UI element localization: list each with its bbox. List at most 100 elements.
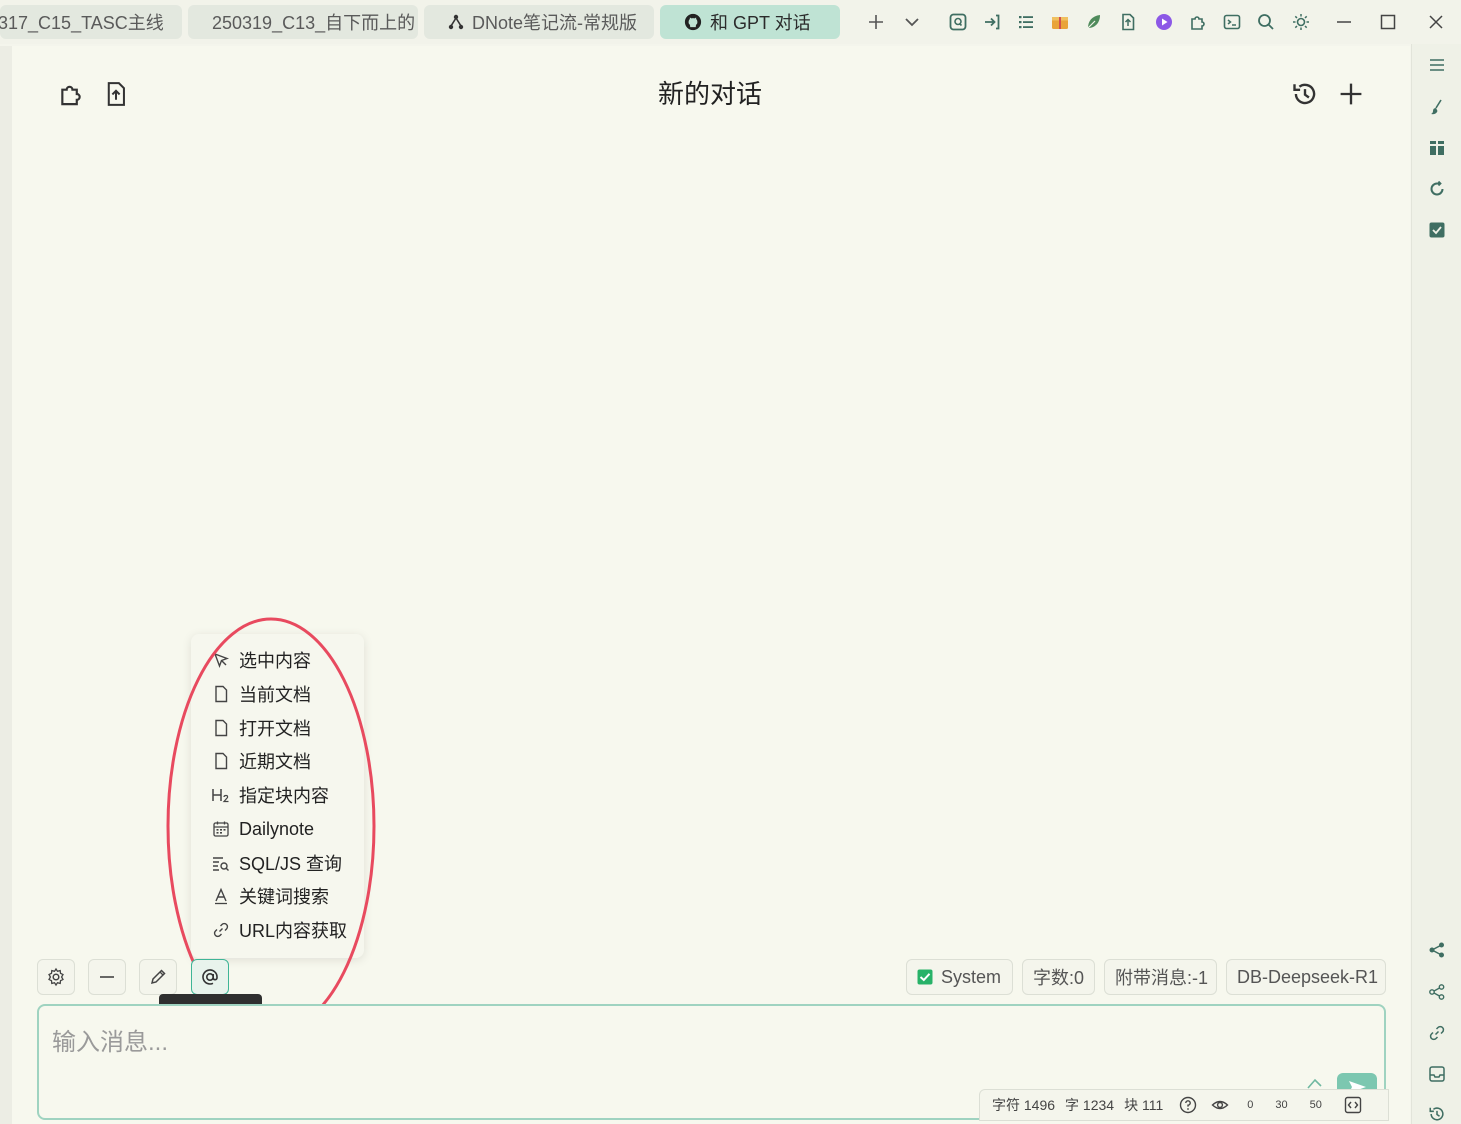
- tab-gpt-chat[interactable]: 和 GPT 对话: [660, 5, 840, 39]
- tab-label: 和 GPT 对话: [710, 13, 811, 33]
- plugin-button[interactable]: [56, 79, 86, 109]
- query-icon: [211, 853, 231, 873]
- ctx-item-label: 选中内容: [239, 651, 311, 671]
- gift-plugin-button[interactable]: [1046, 8, 1074, 36]
- status-value-30[interactable]: 30: [1275, 1099, 1287, 1111]
- file-export-icon: [1122, 13, 1135, 31]
- theme-button[interactable]: [1287, 8, 1315, 36]
- maximize-button[interactable]: [1374, 8, 1402, 36]
- inbox-dock-button[interactable]: [1426, 1063, 1448, 1085]
- edit-prompt-button[interactable]: [139, 959, 177, 995]
- heading-icon: [211, 785, 231, 805]
- outline-dock-button[interactable]: [1426, 54, 1448, 76]
- leaf-plugin-button[interactable]: [1080, 8, 1108, 36]
- tasks-dock-button[interactable]: [1426, 219, 1448, 241]
- tab-list-button[interactable]: [898, 8, 926, 36]
- ctx-item-open-docs[interactable]: 打开文档: [191, 712, 364, 744]
- attached-messages-button[interactable]: 附带消息:-1: [1104, 959, 1217, 995]
- settings-button[interactable]: [37, 959, 75, 995]
- model-select[interactable]: DB-Deepseek-R1: [1226, 959, 1386, 995]
- brush-icon: [1431, 99, 1442, 115]
- file-icon: [211, 684, 231, 704]
- inbox-icon: [1429, 1066, 1445, 1082]
- search-button[interactable]: [1252, 8, 1280, 36]
- ctx-item-url-fetch[interactable]: URL内容获取: [191, 914, 364, 946]
- ctx-item-selection[interactable]: 选中内容: [191, 644, 364, 676]
- global-graph-dock-button[interactable]: [1426, 981, 1448, 1003]
- plus-icon: [869, 15, 883, 29]
- outline-button[interactable]: [1012, 8, 1040, 36]
- minimize-icon: [1337, 21, 1351, 23]
- word-count-text: 字数:0: [1033, 968, 1085, 988]
- ctx-item-label: Dailynote: [239, 818, 315, 839]
- file-icon: [211, 718, 231, 738]
- help-icon[interactable]: [1179, 1096, 1197, 1114]
- use-context-menu: 选中内容 当前文档 打开文档 近期文档 指定块内容 Dailynote SQL/…: [191, 634, 364, 958]
- enter-icon: [985, 14, 1000, 30]
- media-plugin-button[interactable]: [1150, 8, 1178, 36]
- model-name: DB-Deepseek-R1: [1237, 966, 1379, 987]
- kanban-dock-button[interactable]: [1426, 137, 1448, 159]
- attached-messages-text: 附带消息:-1: [1115, 968, 1209, 988]
- kanban-icon: [1430, 141, 1444, 155]
- history-dock-button[interactable]: [1426, 1103, 1448, 1124]
- ctx-item-label: 关键词搜索: [239, 887, 329, 907]
- eye-icon[interactable]: [1211, 1096, 1229, 1114]
- sync-dock-button[interactable]: [1426, 178, 1448, 200]
- history-button[interactable]: [1290, 79, 1320, 109]
- status-value-0[interactable]: 0: [1247, 1099, 1253, 1111]
- login-button[interactable]: [978, 8, 1006, 36]
- code-icon[interactable]: [1344, 1096, 1362, 1114]
- play-circle-icon: [1156, 14, 1172, 30]
- ctx-item-recent-docs[interactable]: 近期文档: [191, 745, 364, 777]
- collapse-button[interactable]: [88, 959, 126, 995]
- leaf-icon: [1087, 15, 1100, 29]
- use-context-button[interactable]: [191, 959, 229, 995]
- tab-label: 317_C15_TASC主线: [0, 13, 164, 33]
- puzzle-icon: [61, 85, 81, 106]
- export-button[interactable]: [101, 79, 131, 109]
- word-count-badge: 字数:0: [1022, 959, 1095, 995]
- text-icon: [211, 886, 231, 906]
- ctx-item-label: 指定块内容: [239, 786, 329, 806]
- word-count: 字 1234: [1065, 1097, 1115, 1113]
- ctx-item-block-content[interactable]: 指定块内容: [191, 779, 364, 811]
- history-icon: [1429, 1107, 1444, 1121]
- graph-dock-button[interactable]: [1426, 939, 1448, 961]
- tab-bottom-up[interactable]: 250319_C13_自下而上的: [188, 5, 418, 39]
- close-icon: [1429, 15, 1443, 29]
- backlinks-dock-button[interactable]: [1426, 1022, 1448, 1044]
- new-chat-button[interactable]: [1336, 79, 1366, 109]
- ctx-item-current-doc[interactable]: 当前文档: [191, 678, 364, 710]
- system-label: System: [941, 966, 1002, 987]
- ctx-item-keyword-search[interactable]: 关键词搜索: [191, 880, 364, 912]
- new-tab-button[interactable]: [862, 8, 890, 36]
- graph-icon: [1429, 942, 1444, 958]
- eraser-icon[interactable]: [1306, 1077, 1324, 1089]
- ctx-item-sql-query[interactable]: SQL/JS 查询: [191, 847, 364, 879]
- right-dock: [1411, 44, 1461, 1124]
- tab-dnote[interactable]: DNote笔记流-常规版: [424, 5, 654, 39]
- terminal-button[interactable]: [1218, 8, 1246, 36]
- page-title: 新的对话: [657, 79, 762, 109]
- ctx-item-dailynote[interactable]: Dailynote: [191, 813, 364, 845]
- checkbox-icon: [1429, 222, 1445, 238]
- sync-icon: [1430, 180, 1444, 196]
- message-placeholder: 输入消息...: [52, 1029, 169, 1056]
- brush-dock-button[interactable]: [1426, 96, 1448, 118]
- minimize-button[interactable]: [1330, 8, 1358, 36]
- tab-tasc[interactable]: 317_C15_TASC主线: [0, 5, 182, 39]
- close-window-button[interactable]: [1422, 8, 1450, 36]
- gift-icon: [1052, 17, 1068, 29]
- plus-icon: [1340, 83, 1362, 105]
- search-icon: [1258, 14, 1274, 30]
- plugin-market-button[interactable]: [1184, 8, 1212, 36]
- minus-icon: [100, 976, 114, 978]
- tree-icon: [448, 14, 464, 30]
- link-icon: [1429, 1025, 1445, 1041]
- status-value-50[interactable]: 50: [1310, 1099, 1322, 1111]
- q-plugin-button[interactable]: [944, 8, 972, 36]
- maximize-icon: [1380, 14, 1396, 30]
- system-toggle[interactable]: System: [906, 959, 1013, 995]
- export-plugin-button[interactable]: [1114, 8, 1142, 36]
